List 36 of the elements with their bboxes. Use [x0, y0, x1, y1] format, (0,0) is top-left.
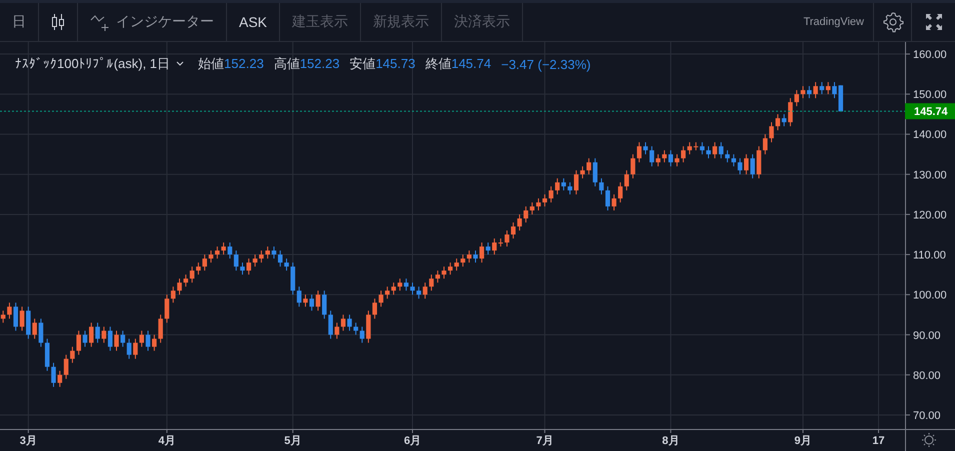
date-label: 3月	[20, 435, 37, 447]
price-label: 120.00	[913, 209, 947, 222]
toolbar-button[interactable]: 日	[0, 3, 39, 41]
ref-line-label: 145.74	[914, 106, 949, 118]
brand-label: TradingView	[803, 16, 865, 28]
price-change: −3.47 (−2.33%)	[501, 56, 591, 72]
price-label: 70.00	[913, 410, 941, 422]
last-price-badge: 145.74	[905, 103, 955, 120]
date-label: 17	[872, 435, 885, 447]
date-label: 9月	[794, 435, 812, 447]
price-label: 100.00	[913, 290, 947, 302]
price-label: 160.00	[913, 49, 947, 62]
ohlc-label: 始値	[198, 56, 224, 71]
ohlc-value: 145.74	[451, 56, 492, 71]
candlestick-icon	[51, 11, 65, 33]
price-label: 110.00	[913, 250, 946, 262]
price-label: 150.00	[913, 89, 947, 102]
ohlc-value: 152.23	[224, 56, 264, 71]
symbol-title: ﾅｽﾀﾞｯｸ100ﾄﾘﾌﾟﾙ(ask), 1日	[15, 55, 170, 73]
price-label: 140.00	[913, 129, 947, 142]
ohlc-label: 高値	[274, 56, 300, 71]
indicators-button[interactable]: インジケーター	[78, 3, 227, 41]
date-label: 8月	[662, 435, 680, 447]
date-label: 7月	[536, 435, 554, 447]
date-label: 4月	[158, 435, 176, 447]
ohlc-label: 安値	[350, 56, 376, 71]
ohlc-value: 145.73	[376, 56, 416, 71]
price-label: 90.00	[913, 330, 941, 342]
price-label: 80.00	[913, 370, 941, 382]
caret-icon[interactable]	[176, 61, 184, 67]
toolbar-button[interactable]: ASK	[227, 3, 280, 41]
date-label: 5月	[284, 435, 302, 447]
ohlc-value: 152.23	[300, 56, 340, 71]
price-label: 130.00	[913, 169, 947, 182]
date-label: 6月	[404, 435, 422, 447]
ohlc-label: 終値	[425, 56, 452, 71]
